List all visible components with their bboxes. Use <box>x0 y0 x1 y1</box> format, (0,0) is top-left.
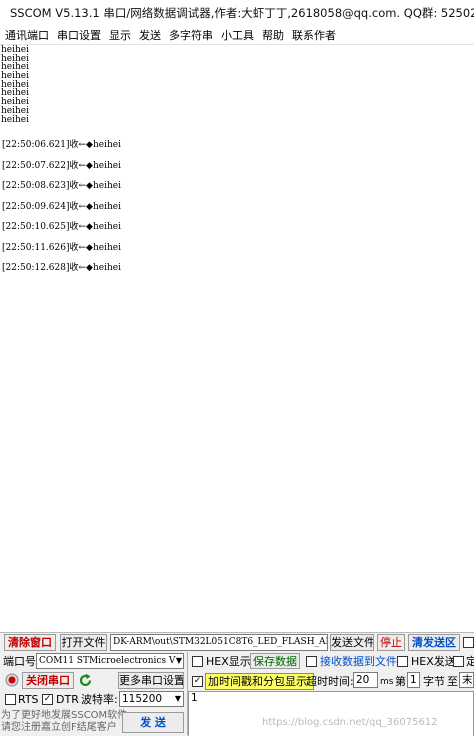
receive-to-file-label[interactable]: 接收数据到文件 <box>320 654 397 669</box>
hex-display-label: HEX显示 <box>206 655 251 668</box>
timestamp-label: 加时间戳和分包显示. <box>205 673 314 690</box>
receive-stamped-line: [22:50:10.625]收←◆heihei <box>2 222 121 233</box>
send-button[interactable]: 发 送 <box>122 712 184 733</box>
receive-stamped-line: [22:50:07.622]收←◆heihei <box>2 160 121 171</box>
control-panel: 清除窗口 打开文件 DK-ARM\out\STM32L051C8T6_LED_F… <box>0 632 474 736</box>
end-select[interactable]: 末 <box>459 672 474 688</box>
file-path-field[interactable]: DK-ARM\out\STM32L051C8T6_LED_FLASH_APP.b… <box>110 634 328 651</box>
byte-index-input[interactable]: 1 <box>407 672 420 688</box>
rts-label: RTS <box>18 693 39 706</box>
hex-display-checkbox[interactable] <box>192 656 203 667</box>
menu-bar: 通讯端口 串口设置 显示 发送 多字符串 小工具 帮助 联系作者 <box>0 26 474 44</box>
save-data-button[interactable]: 保存数据 <box>250 653 300 669</box>
dtr-checkbox[interactable]: ✓ <box>42 694 53 705</box>
receive-to-file-checkbox[interactable] <box>306 656 317 667</box>
send-file-button[interactable]: 发送文件 <box>330 634 374 651</box>
rts-checkbox[interactable] <box>5 694 16 705</box>
close-port-button[interactable]: 关闭串口 <box>22 672 74 689</box>
byte-unit: 字节 <box>423 675 445 688</box>
more-port-settings-button[interactable]: 更多串口设置 <box>118 672 184 689</box>
timeout-unit: ms <box>380 677 394 687</box>
receive-line: heihei <box>1 97 30 108</box>
row1-checkbox[interactable] <box>463 637 474 648</box>
receive-stamped-line: [22:50:09.624]收←◆heihei <box>2 201 121 212</box>
timestamp-checkbox[interactable]: ✓ <box>192 676 203 687</box>
fixed-send-checkbox[interactable] <box>453 656 464 667</box>
register-hint-line1: 为了更好地发展SSCOM软件 <box>1 710 128 721</box>
menu-send[interactable]: 发送 <box>136 27 166 43</box>
byte-prefix: 第 <box>395 675 406 688</box>
clear-send-button[interactable]: 清发送区 <box>408 634 460 651</box>
receive-line: heihei <box>1 62 30 73</box>
port-select[interactable]: COM11 STMicroelectronics V <box>36 653 184 669</box>
open-file-button[interactable]: 打开文件 <box>60 634 107 651</box>
timeout-label: 超时时间: <box>306 675 354 688</box>
receive-line: heihei <box>1 105 30 116</box>
receive-line: heihei <box>1 71 30 82</box>
fixed-send-label: 定 <box>466 655 474 668</box>
hex-send-label: HEX发送 <box>411 655 456 668</box>
receive-plain-lines: heihei heihei heihei heihei heihei heihe… <box>0 45 474 124</box>
stop-button[interactable]: 停止 <box>377 634 405 651</box>
receive-stamped-line: [22:50:08.623]收←◆heihei <box>2 181 121 192</box>
port-label: 端口号 <box>3 655 36 668</box>
menu-multi-string[interactable]: 多字符串 <box>166 27 218 43</box>
chevron-down-icon[interactable]: ▼ <box>173 692 183 705</box>
title-bar: SSCOM V5.13.1 串口/网络数据调试器,作者:大虾丁丁,2618058… <box>0 0 474 26</box>
chevron-down-icon[interactable]: ▼ <box>174 654 184 667</box>
receive-stamped-line: [22:50:12.628]收←◆heihei <box>2 263 121 274</box>
menu-serial-settings[interactable]: 串口设置 <box>54 27 106 43</box>
receive-stamped-line: [22:50:11.626]收←◆heihei <box>2 242 121 253</box>
refresh-icon[interactable] <box>78 673 93 688</box>
window-title: SSCOM V5.13.1 串口/网络数据调试器,作者:大虾丁丁,2618058… <box>10 6 474 20</box>
menu-comm-port[interactable]: 通讯端口 <box>2 27 54 43</box>
receive-line: heihei <box>1 79 30 90</box>
receive-stamped-lines: [22:50:06.621]收←◆heihei [22:50:07.622]收←… <box>0 135 474 279</box>
menu-help[interactable]: 帮助 <box>259 27 289 43</box>
menu-contact-author[interactable]: 联系作者 <box>289 27 341 43</box>
port-status-icon <box>5 673 19 687</box>
clear-window-button[interactable]: 清除窗口 <box>4 634 56 651</box>
menu-display[interactable]: 显示 <box>106 27 136 43</box>
send-input[interactable]: 1 <box>188 691 474 736</box>
receive-line: heihei <box>1 88 30 99</box>
dtr-label: DTR <box>56 693 79 706</box>
menu-tools[interactable]: 小工具 <box>218 27 259 43</box>
receive-window[interactable]: heihei heihei heihei heihei heihei heihe… <box>0 44 474 632</box>
receive-line: heihei <box>1 53 30 64</box>
to-label: 至 <box>447 675 458 688</box>
hex-send-checkbox[interactable] <box>397 656 408 667</box>
receive-line: heihei <box>1 45 30 55</box>
receive-line: heihei <box>1 114 30 125</box>
watermark-text: https://blog.csdn.net/qq_36075612 <box>262 717 438 728</box>
register-hint-line2: 请您注册嘉立创F结尾客户 <box>1 722 117 733</box>
timeout-input[interactable]: 20 <box>353 672 378 688</box>
receive-stamped-line: [22:50:06.621]收←◆heihei <box>2 140 121 151</box>
baud-label: 波特率: <box>81 693 118 706</box>
